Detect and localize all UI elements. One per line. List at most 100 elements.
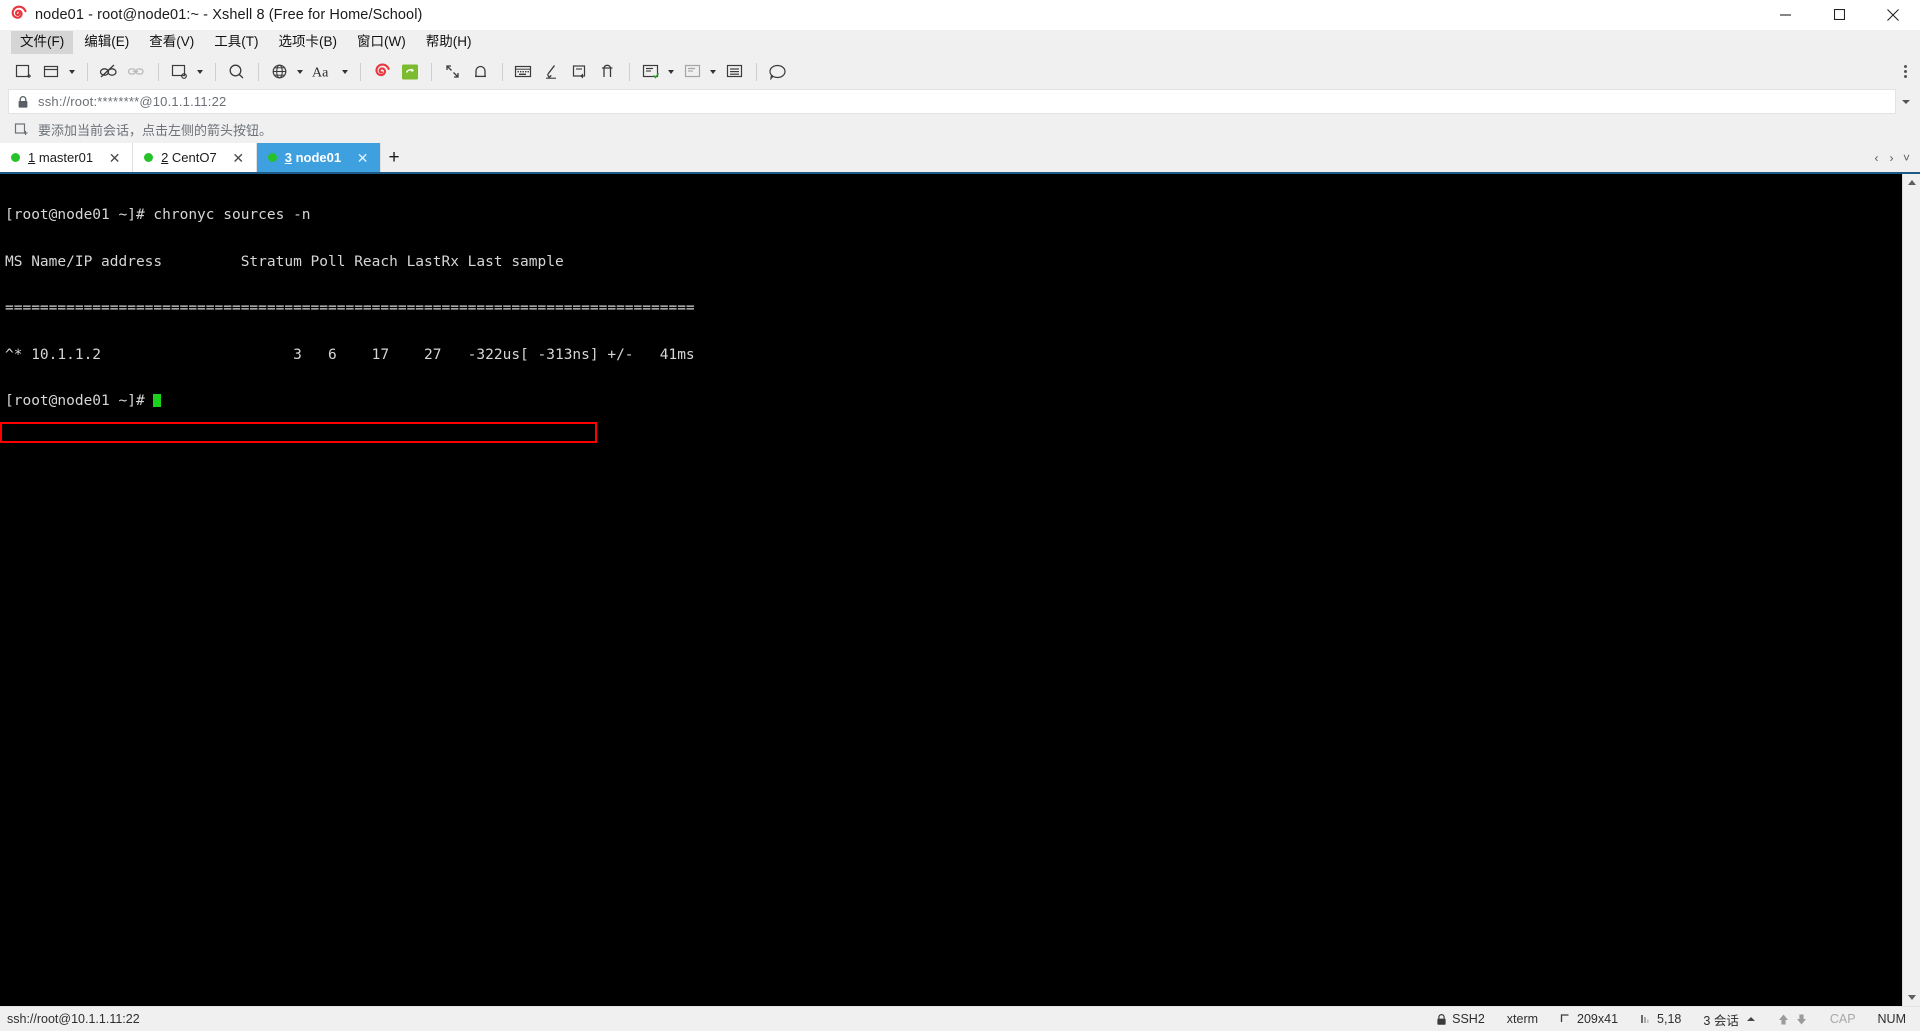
status-security: SSH2 [1425, 1012, 1496, 1026]
address-value: ssh://root:********@10.1.1.11:22 [38, 94, 227, 109]
terminal-line-highlighted: ^* 10.1.1.2 3 6 17 27 -322us[ -313ns] +/… [5, 346, 695, 363]
font-size-dropdown-caret-icon[interactable] [339, 59, 350, 85]
menu-bar: 文件(F) 编辑(E) 查看(V) 工具(T) 选项卡(B) 窗口(W) 帮助(… [0, 30, 1920, 55]
terminal-line: ========================================… [5, 300, 695, 316]
toolbar-separator [360, 62, 361, 81]
find-icon[interactable] [223, 59, 250, 85]
status-size: 209x41 [1549, 1012, 1629, 1026]
title-bar: node01 - root@node01:~ - Xshell 8 (Free … [0, 0, 1920, 30]
open-folder-icon[interactable] [38, 59, 65, 85]
status-num-indicator: NUM [1877, 1012, 1906, 1026]
address-input[interactable]: ssh://root:********@10.1.1.11:22 [8, 89, 1896, 114]
scroll-down-arrow-icon[interactable] [1903, 989, 1920, 1006]
new-tab-button[interactable]: + [381, 143, 407, 172]
tab-cent07[interactable]: 2 CentO7 ✕ [133, 143, 257, 172]
status-security-label: SSH2 [1452, 1012, 1485, 1026]
toolbar-separator [158, 62, 159, 81]
xshell-spiral-icon[interactable] [368, 59, 395, 85]
arrow-up-icon [1777, 1013, 1790, 1026]
tab-status-dot-icon [267, 153, 277, 162]
menu-view[interactable]: 查看(V) [140, 31, 203, 54]
status-transfer-indicators [1766, 1013, 1819, 1026]
status-sessions[interactable]: 3 会话 [1692, 1010, 1765, 1029]
status-bar: ssh://root@10.1.1.11:22 SSH2 xterm 209x4… [0, 1006, 1920, 1031]
tab-next-button[interactable]: › [1884, 143, 1899, 172]
toolbar-separator [258, 62, 259, 81]
globe-icon[interactable] [266, 59, 293, 85]
encoding-dropdown-caret-icon[interactable] [294, 59, 305, 85]
status-sessions-label: 3 会话 [1703, 1013, 1739, 1028]
font-size-icon[interactable]: Aa [308, 59, 338, 85]
tab-status-dot-icon [144, 153, 154, 162]
address-bar: ssh://root:********@10.1.1.11:22 [0, 88, 1920, 115]
title-bar-left: node01 - root@node01:~ - Xshell 8 (Free … [0, 5, 1758, 24]
xftp-icon[interactable] [396, 59, 423, 85]
chat-icon[interactable] [764, 59, 791, 85]
minimize-button[interactable] [1758, 0, 1812, 29]
svg-text:Aa: Aa [312, 66, 329, 81]
menu-file[interactable]: 文件(F) [11, 31, 74, 54]
tab-close-icon[interactable]: ✕ [231, 150, 246, 165]
xshell-window: node01 - root@node01:~ - Xshell 8 (Free … [0, 0, 1920, 1031]
fullscreen-icon[interactable] [439, 59, 466, 85]
lock-screen-icon[interactable] [467, 59, 494, 85]
send-key-to-all-icon[interactable] [566, 59, 593, 85]
close-button[interactable] [1866, 0, 1920, 29]
scrollbar-track[interactable] [1903, 191, 1920, 989]
disconnect-icon[interactable] [95, 59, 122, 85]
tab-close-icon[interactable]: ✕ [355, 150, 370, 165]
split-horizontal-icon[interactable] [679, 59, 706, 85]
compose-pane-icon[interactable] [594, 59, 621, 85]
arrow-down-icon [1795, 1013, 1808, 1026]
tab-list-button[interactable]: ˅ [1899, 143, 1914, 172]
window-controls [1758, 0, 1920, 29]
tab-label: 2 CentO7 [161, 150, 217, 165]
terminal-scrollbar[interactable] [1902, 174, 1920, 1006]
tab-master01[interactable]: 1 master01 ✕ [0, 143, 134, 172]
scroll-up-arrow-icon[interactable] [1903, 174, 1920, 191]
terminal-line: MS Name/IP address Stratum Poll Reach La… [5, 253, 564, 270]
menu-window[interactable]: 窗口(W) [348, 31, 415, 54]
maximize-button[interactable] [1812, 0, 1866, 29]
new-session-icon[interactable] [10, 59, 37, 85]
layout-icon[interactable] [721, 59, 748, 85]
toolbar-separator [502, 62, 503, 81]
window-title: node01 - root@node01:~ - Xshell 8 (Free … [35, 6, 423, 23]
tab-node01[interactable]: 3 node01 ✕ [256, 143, 382, 172]
tab-navigation: ‹ › ˅ [1869, 143, 1920, 172]
address-dropdown-chevron-down-icon[interactable] [1896, 90, 1916, 113]
new-file-transfer-icon[interactable] [166, 59, 193, 85]
split-vertical-icon[interactable] [637, 59, 664, 85]
tab-prev-button[interactable]: ‹ [1869, 143, 1884, 172]
keyboard-icon[interactable] [510, 59, 537, 85]
screen-size-icon [1560, 1013, 1572, 1025]
xshell-spiral-logo-icon [9, 5, 28, 24]
status-connection: ssh://root@10.1.1.11:22 [7, 1012, 140, 1026]
terminal-line: [root@node01 ~]# chronyc sources -n [5, 207, 311, 223]
terminal-cursor [153, 394, 162, 407]
status-terminal-type: xterm [1506, 1012, 1539, 1026]
menu-help[interactable]: 帮助(H) [417, 31, 481, 54]
menu-tabs[interactable]: 选项卡(B) [270, 31, 347, 54]
open-folder-dropdown-caret-icon[interactable] [66, 59, 77, 85]
split-dropdown-caret-icon[interactable] [665, 59, 676, 85]
cursor-pos-icon [1640, 1013, 1652, 1025]
menu-edit[interactable]: 编辑(E) [75, 31, 138, 54]
toolbar-separator [431, 62, 432, 81]
layout-dropdown-caret-icon[interactable] [707, 59, 718, 85]
status-cap-indicator: CAP [1829, 1012, 1856, 1026]
file-transfer-dropdown-caret-icon[interactable] [194, 59, 205, 85]
red-highlight-box [0, 422, 597, 443]
toolbar-overflow-button[interactable] [1896, 55, 1914, 88]
tab-status-dot-icon [11, 153, 20, 162]
menu-tools[interactable]: 工具(T) [205, 31, 267, 54]
highlight-pen-icon[interactable] [538, 59, 565, 85]
lock-icon [1436, 1013, 1447, 1026]
toolbar-separator [756, 62, 757, 81]
terminal-screen[interactable]: [root@node01 ~]# chronyc sources -n MS N… [0, 174, 1902, 1006]
caret-up-icon[interactable] [1746, 1017, 1755, 1021]
status-cursor-label: 5,18 [1657, 1012, 1682, 1026]
link-icon[interactable] [123, 59, 150, 85]
tab-label: 3 node01 [284, 150, 342, 165]
tab-close-icon[interactable]: ✕ [107, 150, 122, 165]
